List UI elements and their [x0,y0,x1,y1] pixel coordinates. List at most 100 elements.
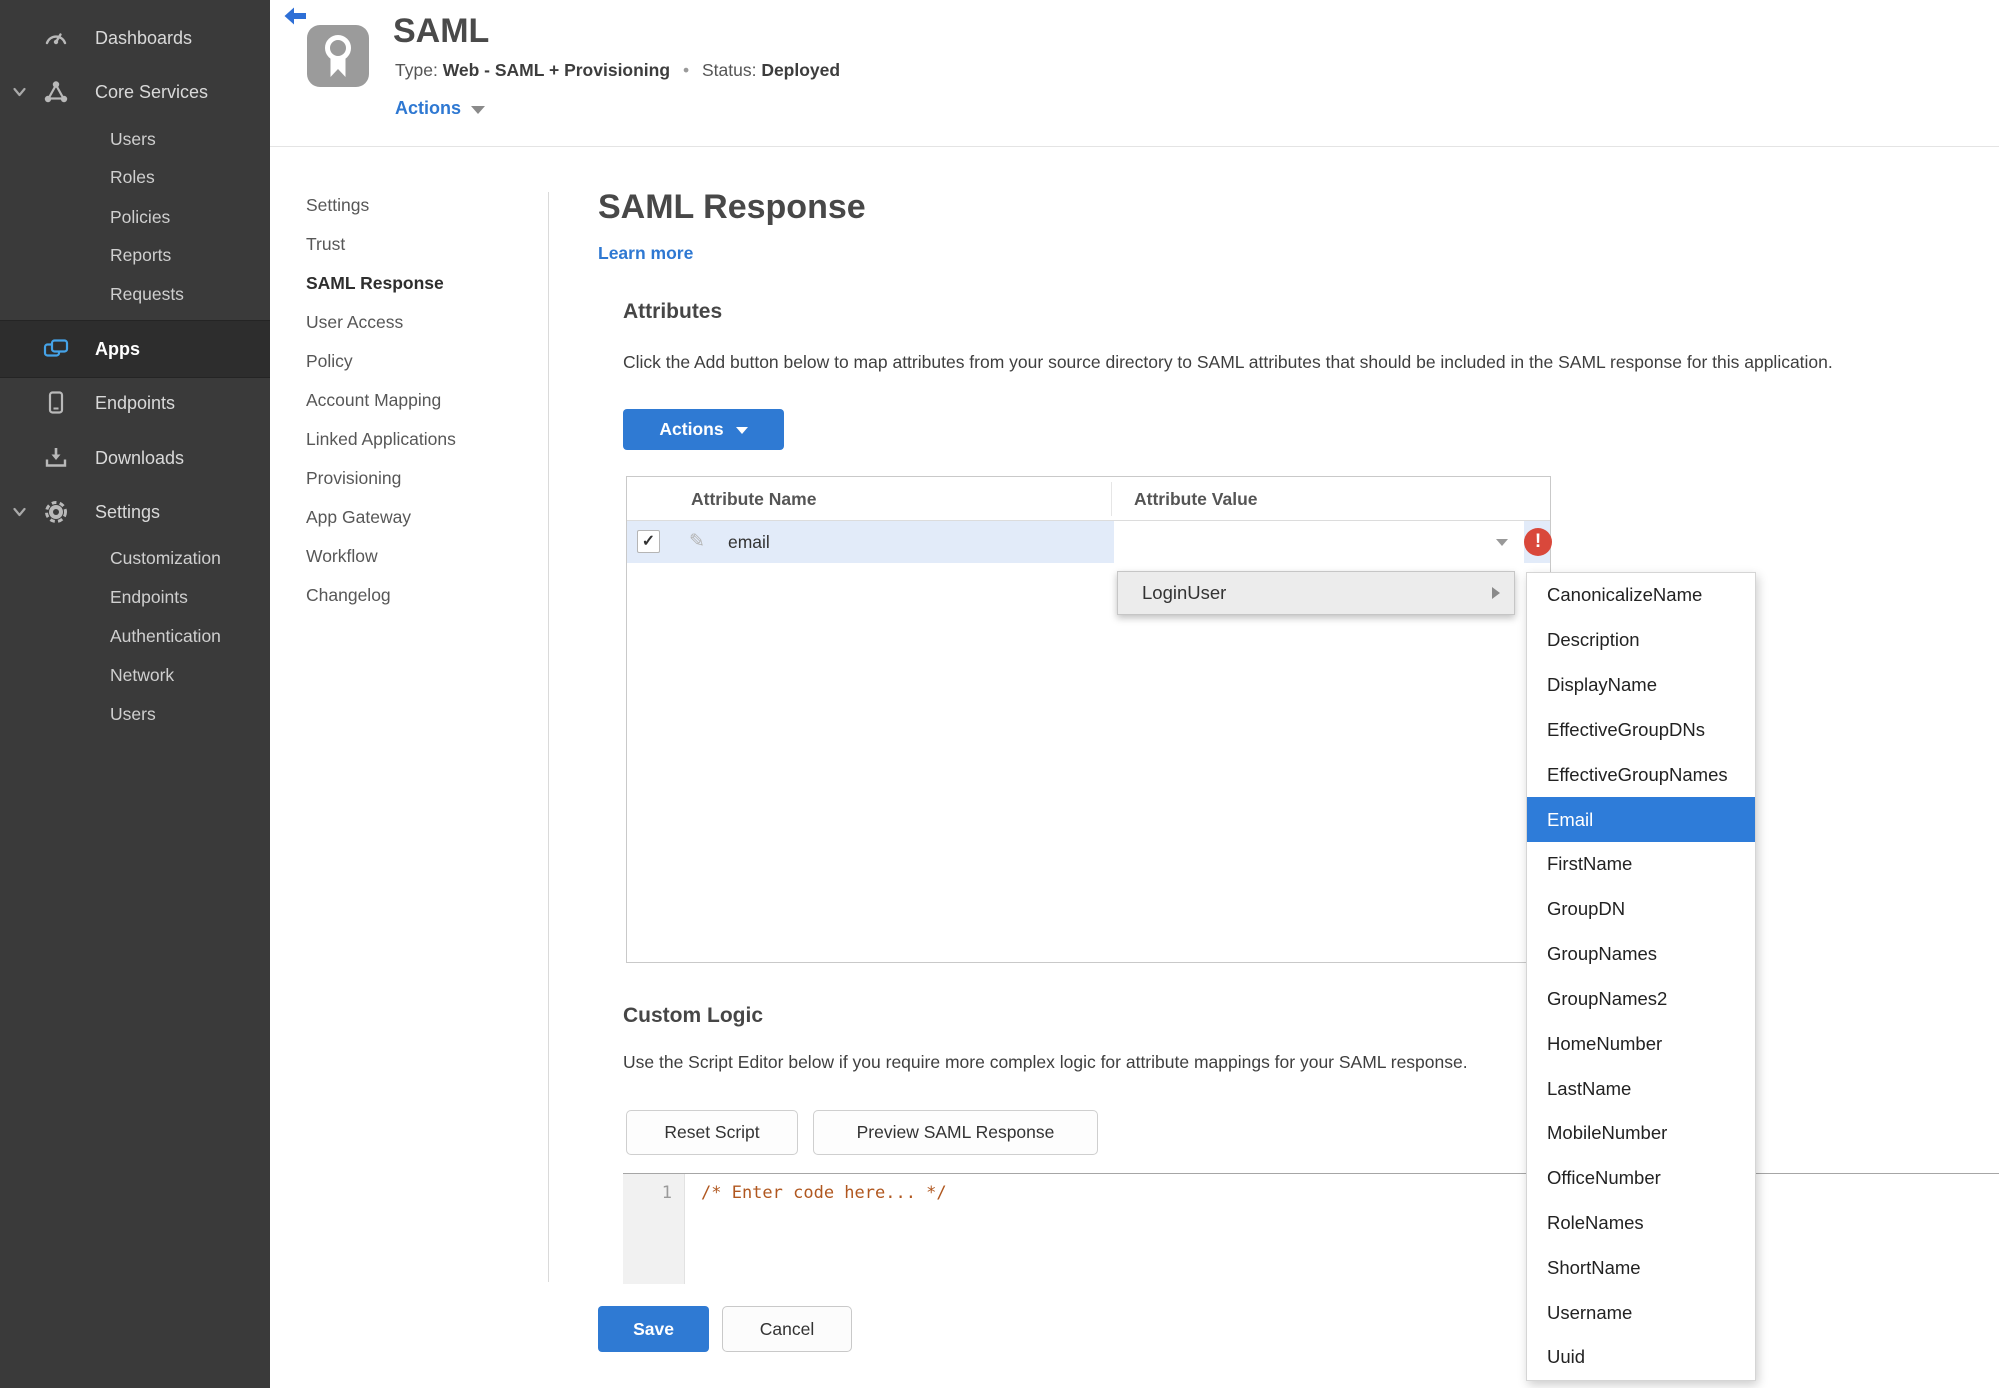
sidebar-item-label: Dashboards [95,28,193,48]
sidebar-item-label: Authentication [110,626,221,646]
subnav-item-saml-response[interactable]: SAML Response [306,264,536,303]
submenu-arrow-icon [1492,587,1500,599]
sidebar-item-label: Apps [95,339,140,359]
chevron-down-icon [13,507,26,517]
sidebar-item-apps[interactable]: Apps [0,320,270,378]
sidebar-item-authentication[interactable]: Authentication [0,620,270,652]
caret-down-icon [471,106,486,114]
sidebar-item-label: Customization [110,548,221,568]
sidebar-item-dashboards[interactable]: Dashboards [0,18,270,58]
attributes-heading: Attributes [623,300,723,323]
header-actions-menu[interactable]: Actions [395,98,486,119]
submenu-item-mobilenumber[interactable]: MobileNumber [1527,1111,1755,1156]
gear-icon [45,501,67,523]
value-dropdown-submenu: CanonicalizeName Description DisplayName… [1526,572,1756,1381]
submenu-item-username[interactable]: Username [1527,1290,1755,1335]
sidebar-item-settings-users[interactable]: Users [0,698,270,730]
endpoints-icon [48,391,64,414]
submenu-item-effectivegroupnames[interactable]: EffectiveGroupNames [1527,752,1755,797]
sidebar-item-label: Users [110,704,156,724]
editor-gutter: 1 [623,1174,685,1284]
app-title: SAML [393,12,490,50]
sidebar-item-requests[interactable]: Requests [0,278,270,310]
subnav-item-linked-applications[interactable]: Linked Applications [306,420,536,459]
apps-icon [43,339,69,357]
submenu-item-homenumber[interactable]: HomeNumber [1527,1021,1755,1066]
learn-more-link[interactable]: Learn more [598,243,693,264]
submenu-item-groupnames2[interactable]: GroupNames2 [1527,976,1755,1021]
save-button[interactable]: Save [598,1306,709,1352]
attributes-actions-label: Actions [659,419,724,439]
subnav-item-policy[interactable]: Policy [306,342,536,381]
app-logo [307,25,369,87]
attributes-actions-button[interactable]: Actions [623,409,784,450]
submenu-item-effectivegroupdns[interactable]: EffectiveGroupDNs [1527,707,1755,752]
subnav-item-user-access[interactable]: User Access [306,303,536,342]
submenu-item-officenumber[interactable]: OfficeNumber [1527,1156,1755,1201]
submenu-item-canonicalizename[interactable]: CanonicalizeName [1527,573,1755,618]
subnav-divider [548,192,549,1282]
sidebar-item-endpoints[interactable]: Endpoints [0,383,270,423]
submenu-item-firstname[interactable]: FirstName [1527,842,1755,887]
subnav-item-account-mapping[interactable]: Account Mapping [306,381,536,420]
sidebar-item-network[interactable]: Network [0,659,270,691]
subnav-item-settings[interactable]: Settings [306,186,536,225]
attributes-table: Attribute Name Attribute Value ✓ ✎ email… [626,476,1552,963]
sidebar-item-label: Reports [110,245,172,265]
sidebar-item-label: Downloads [95,448,185,468]
preview-saml-response-button[interactable]: Preview SAML Response [813,1110,1098,1155]
sidebar-item-settings-endpoints[interactable]: Endpoints [0,581,270,613]
value-dropdown-root[interactable]: LoginUser [1117,571,1515,615]
sidebar-item-label: Users [110,129,156,149]
header-actions-label: Actions [395,98,462,118]
submenu-item-uuid[interactable]: Uuid [1527,1335,1755,1380]
submenu-item-displayname[interactable]: DisplayName [1527,663,1755,708]
attribute-name-cell: email [728,532,770,552]
sidebar-item-label: Network [110,665,175,685]
back-arrow-icon[interactable] [283,5,307,27]
attribute-value-select[interactable] [1114,521,1524,563]
subnav-item-trust[interactable]: Trust [306,225,536,264]
sidebar-item-label: Core Services [95,82,209,102]
type-value: Web - SAML + Provisioning [442,60,671,80]
editor-code[interactable]: /* Enter code here... */ [701,1183,947,1203]
sidebar-item-label: Requests [110,284,184,304]
caret-down-icon [735,427,748,434]
sidebar-item-reports[interactable]: Reports [0,239,270,271]
status-badge: Deployed [761,60,841,80]
submenu-item-lastname[interactable]: LastName [1527,1066,1755,1111]
attributes-description: Click the Add button below to map attrib… [623,352,1833,372]
app-subnav: Settings Trust SAML Response User Access… [306,186,536,615]
sidebar-item-roles[interactable]: Roles [0,161,270,193]
submenu-item-description[interactable]: Description [1527,618,1755,663]
cancel-button[interactable]: Cancel [722,1306,852,1352]
column-header-attribute-name: Attribute Name [691,489,817,509]
table-row[interactable]: ✓ ✎ email ! [627,521,1552,563]
row-checkbox[interactable]: ✓ [637,530,660,553]
subnav-item-workflow[interactable]: Workflow [306,537,536,576]
attributes-table-header: Attribute Name Attribute Value [627,477,1550,521]
dropdown-item-loginuser: LoginUser [1142,582,1227,603]
subnav-item-changelog[interactable]: Changelog [306,576,536,615]
sidebar-item-settings[interactable]: Settings [0,492,270,532]
sidebar-item-downloads[interactable]: Downloads [0,438,270,478]
sidebar-item-customization[interactable]: Customization [0,542,270,574]
subnav-item-app-gateway[interactable]: App Gateway [306,498,536,537]
column-header-attribute-value: Attribute Value [1134,489,1258,509]
sidebar-item-label: Settings [95,502,161,522]
gauge-icon [45,33,67,45]
submenu-item-rolenames[interactable]: RoleNames [1527,1201,1755,1246]
reset-script-button[interactable]: Reset Script [626,1110,798,1155]
pencil-icon: ✎ [689,531,705,552]
subnav-item-provisioning[interactable]: Provisioning [306,459,536,498]
sidebar-item-policies[interactable]: Policies [0,201,270,233]
sidebar-item-users[interactable]: Users [0,123,270,155]
submenu-item-shortname[interactable]: ShortName [1527,1245,1755,1290]
script-editor[interactable]: 1 /* Enter code here... */ [623,1173,1999,1284]
submenu-item-groupdn[interactable]: GroupDN [1527,887,1755,932]
app-meta: Type: Web - SAML + Provisioning • Status… [395,60,840,81]
page-title: SAML Response [598,188,866,226]
sidebar-item-core-services[interactable]: Core Services [0,72,270,112]
submenu-item-groupnames[interactable]: GroupNames [1527,932,1755,977]
submenu-item-email[interactable]: Email [1527,797,1755,842]
